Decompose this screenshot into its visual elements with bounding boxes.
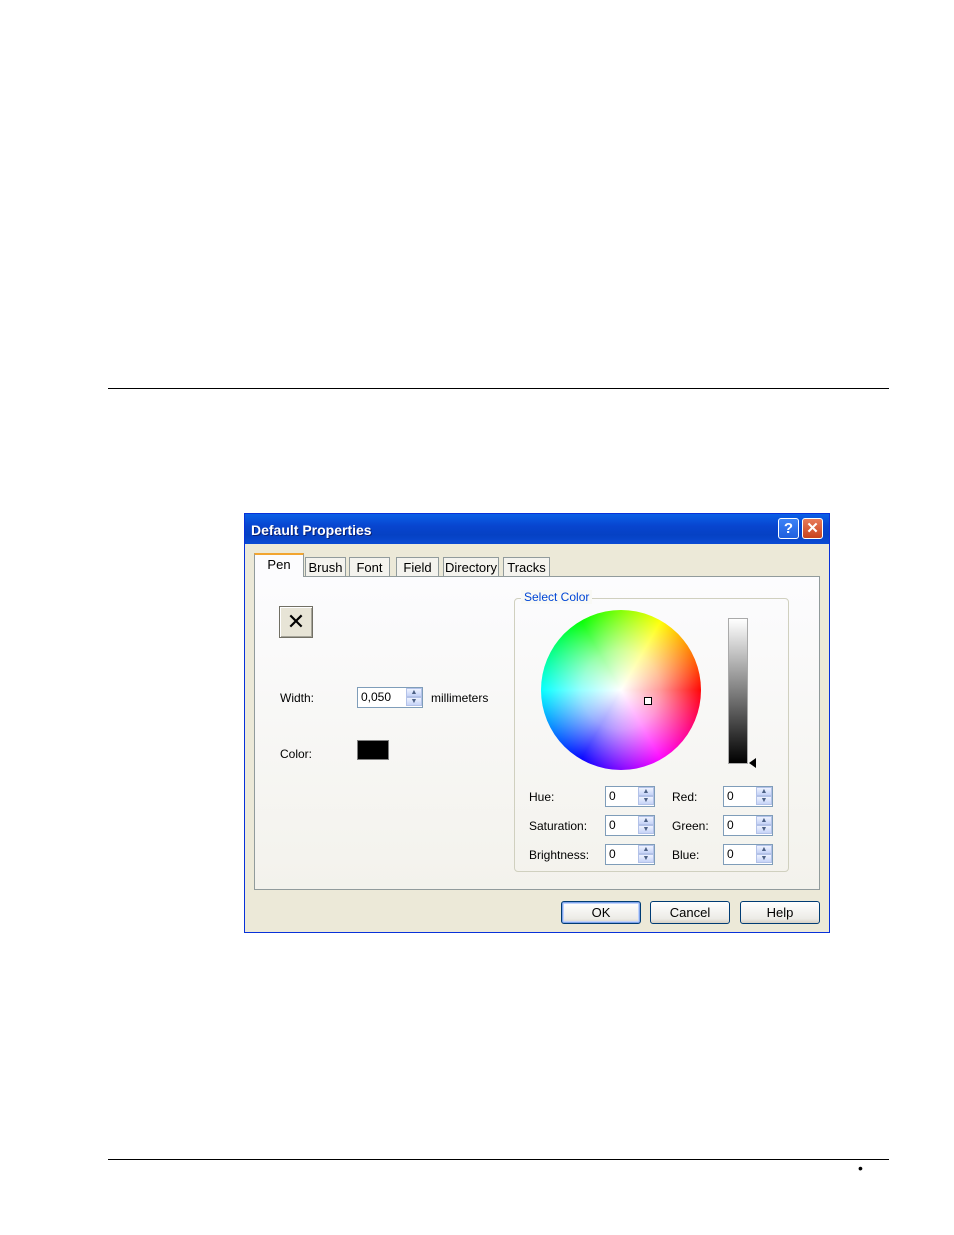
red-value: 0 (727, 789, 734, 803)
tab-pen[interactable]: Pen (254, 553, 304, 577)
brightness-label: Brightness: (529, 848, 590, 862)
spin-down-icon[interactable]: ▼ (406, 697, 422, 706)
color-label: Color: (280, 747, 313, 761)
red-spinbox[interactable]: 0 ▲ ▼ (723, 786, 773, 807)
tab-tracks[interactable]: Tracks (503, 557, 550, 576)
hue-label: Hue: (529, 790, 555, 804)
cancel-button[interactable]: Cancel (650, 901, 730, 924)
spin-up-icon[interactable]: ▲ (756, 816, 772, 825)
pen-color-swatch[interactable] (357, 740, 389, 760)
brightness-value: 0 (609, 847, 616, 861)
blue-spin-arrows[interactable]: ▲ ▼ (756, 845, 772, 864)
color-wheel-saturation (541, 610, 701, 770)
select-color-title: Select Color (521, 590, 593, 604)
pen-tab-panel: ✕ Width: 0,050 ▲ ▼ millimeters Color: Se… (254, 576, 820, 890)
saturation-spinbox[interactable]: 0 ▲ ▼ (605, 815, 655, 836)
tab-brush[interactable]: Brush (305, 557, 346, 576)
spin-up-icon[interactable]: ▲ (756, 845, 772, 854)
color-wheel-marker[interactable] (644, 697, 652, 705)
help-icon[interactable]: ? (778, 518, 799, 539)
width-value: 0,050 (361, 690, 392, 704)
red-spin-arrows[interactable]: ▲ ▼ (756, 787, 772, 806)
footer-bullet: • (858, 1160, 863, 1176)
hue-spin-arrows[interactable]: ▲ ▼ (638, 787, 654, 806)
ok-button[interactable]: OK (561, 901, 641, 924)
red-label: Red: (672, 790, 698, 804)
saturation-label: Saturation: (529, 819, 588, 833)
brightness-spin-arrows[interactable]: ▲ ▼ (638, 845, 654, 864)
green-spinbox[interactable]: 0 ▲ ▼ (723, 815, 773, 836)
close-icon[interactable]: ✕ (802, 518, 823, 539)
brightness-slider[interactable] (728, 618, 748, 764)
pen-style-button[interactable]: ✕ (279, 606, 313, 638)
tab-directory[interactable]: Directory (443, 557, 499, 576)
width-spinbox[interactable]: 0,050 ▲ ▼ (357, 687, 423, 708)
spin-up-icon[interactable]: ▲ (756, 787, 772, 796)
tab-field[interactable]: Field (396, 557, 439, 576)
spin-down-icon[interactable]: ▼ (638, 854, 654, 863)
hue-spinbox[interactable]: 0 ▲ ▼ (605, 786, 655, 807)
spin-up-icon[interactable]: ▲ (638, 787, 654, 796)
spin-up-icon[interactable]: ▲ (638, 816, 654, 825)
page-bottom-rule (108, 1159, 889, 1160)
page-top-rule (108, 388, 889, 389)
brightness-pointer-icon[interactable] (749, 758, 756, 768)
blue-spinbox[interactable]: 0 ▲ ▼ (723, 844, 773, 865)
width-label: Width: (280, 691, 315, 705)
spin-down-icon[interactable]: ▼ (638, 825, 654, 834)
saturation-spin-arrows[interactable]: ▲ ▼ (638, 816, 654, 835)
select-color-group: Select Color Hue: 0 ▲ ▼ Saturation: 0 ▲ … (514, 590, 789, 872)
blue-value: 0 (727, 847, 734, 861)
color-wheel[interactable] (541, 610, 701, 770)
spin-down-icon[interactable]: ▼ (756, 854, 772, 863)
width-unit-label: millimeters (431, 691, 489, 705)
green-value: 0 (727, 818, 734, 832)
dialog-title: Default Properties (251, 522, 372, 538)
title-bar[interactable]: Default Properties ? ✕ (245, 514, 829, 544)
saturation-value: 0 (609, 818, 616, 832)
spin-down-icon[interactable]: ▼ (756, 825, 772, 834)
brightness-spinbox[interactable]: 0 ▲ ▼ (605, 844, 655, 865)
default-properties-dialog: Default Properties ? ✕ Pen Brush Font Fi… (244, 513, 830, 933)
tab-font[interactable]: Font (349, 557, 390, 576)
hue-value: 0 (609, 789, 616, 803)
width-spin-arrows[interactable]: ▲ ▼ (406, 688, 422, 707)
help-button[interactable]: Help (740, 901, 820, 924)
green-spin-arrows[interactable]: ▲ ▼ (756, 816, 772, 835)
spin-up-icon[interactable]: ▲ (406, 688, 422, 697)
spin-down-icon[interactable]: ▼ (756, 796, 772, 805)
spin-up-icon[interactable]: ▲ (638, 845, 654, 854)
spin-down-icon[interactable]: ▼ (638, 796, 654, 805)
green-label: Green: (672, 819, 709, 833)
blue-label: Blue: (672, 848, 700, 862)
